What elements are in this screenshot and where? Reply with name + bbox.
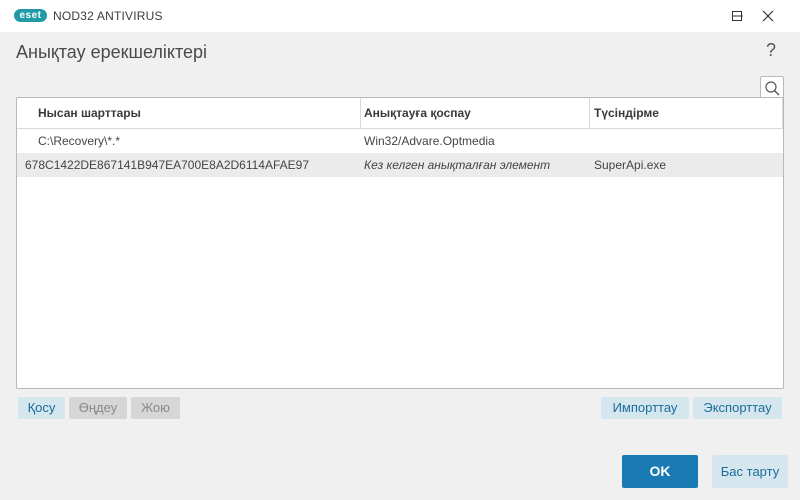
close-button[interactable] [752,0,788,32]
table-row[interactable]: 678C1422DE867141B947EA700E8A2D6114AFAE97… [17,153,783,177]
dialog-title: Анықтау ерекшеліктері [16,42,208,62]
delete-button[interactable]: Жою [131,397,180,419]
column-divider[interactable] [360,98,361,128]
column-header-detection[interactable]: Анықтауға қоспау [364,98,584,128]
cell-object: 678C1422DE867141B947EA700E8A2D6114AFAE97 [25,158,310,172]
ok-button[interactable]: OK [622,455,698,488]
cell-comment [594,129,774,153]
column-divider [782,98,783,128]
add-button[interactable]: Қосу [18,397,65,419]
column-header-object[interactable]: Нысан шарттары [38,98,358,128]
cell-comment: SuperApi.exe [594,158,667,172]
close-icon [762,10,774,22]
column-header-comment[interactable]: Түсіндірме [594,98,774,128]
cell-object: C:\Recovery\*.* [38,134,121,148]
help-icon[interactable]: ? [763,40,779,62]
export-button[interactable]: Экспорттау [693,397,782,419]
column-divider[interactable] [589,98,590,128]
exclusions-table: Нысан шарттары Анықтауға қоспау Түсіндір… [16,97,784,389]
search-icon [765,81,780,96]
maximize-button[interactable] [720,0,756,32]
edit-button[interactable]: Өңдеу [69,397,127,419]
table-row[interactable]: C:\Recovery\*.* Win32/Advare.Optmedia [17,129,783,153]
import-button[interactable]: Импорттау [601,397,689,419]
cell-detection: Кез келген анықталған элемент [364,158,551,172]
cancel-button[interactable]: Бас тарту [712,455,788,488]
cell-detection: Win32/Advare.Optmedia [364,134,495,148]
title-bar: eset NOD32 ANTIVIRUS [0,0,800,32]
table-header: Нысан шарттары Анықтауға қоспау Түсіндір… [17,98,783,129]
eset-logo: eset [14,9,47,22]
maximize-icon [732,11,742,21]
product-name: NOD32 ANTIVIRUS [53,9,163,23]
